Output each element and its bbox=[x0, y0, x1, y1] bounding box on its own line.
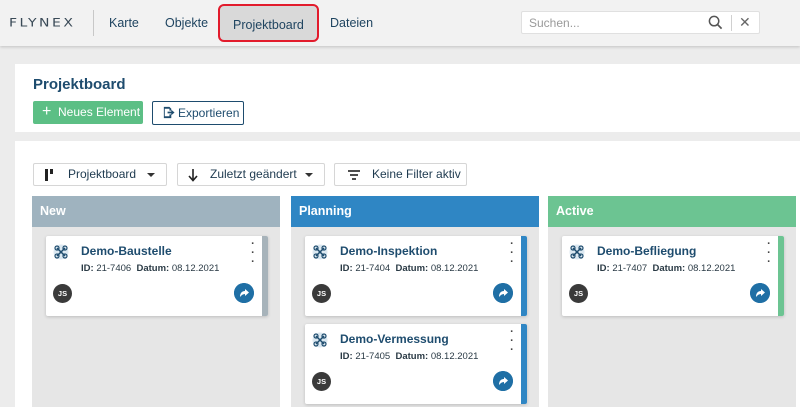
search-box: ✕ bbox=[521, 11, 760, 34]
chevron-down-icon bbox=[305, 173, 313, 177]
project-card[interactable]: Demo-Inspektion ID: 21-7404 Datum: 08.12… bbox=[305, 236, 527, 316]
card-status-bar bbox=[521, 324, 527, 404]
card-date: 08.12.2021 bbox=[430, 351, 479, 362]
avatar: JS bbox=[569, 284, 588, 303]
card-date-label: Datum: bbox=[652, 263, 686, 274]
card-date: 08.12.2021 bbox=[687, 263, 736, 274]
search-input[interactable] bbox=[529, 15, 699, 31]
card-id-label: ID: bbox=[340, 263, 353, 274]
avatar: JS bbox=[312, 372, 331, 391]
column-header-planning: Planning bbox=[291, 196, 539, 227]
card-meta: ID: 21-7405 Datum: 08.12.2021 bbox=[340, 351, 478, 362]
drone-icon bbox=[569, 244, 585, 260]
export-label: Exportieren bbox=[178, 106, 240, 120]
filter-label: Keine Filter aktiv bbox=[372, 167, 461, 181]
column-header-active: Active bbox=[548, 196, 796, 227]
plus-icon: + bbox=[42, 103, 52, 120]
card-id-label: ID: bbox=[340, 351, 353, 362]
flynex-logo[interactable]: FLYNEX bbox=[9, 14, 75, 32]
project-card[interactable]: Demo-Baustelle ID: 21-7406 Datum: 08.12.… bbox=[46, 236, 268, 316]
card-status-bar bbox=[778, 236, 784, 316]
page-header: Projektboard + Neues Element Exportieren bbox=[15, 64, 800, 132]
card-date-label: Datum: bbox=[395, 351, 429, 362]
card-date-label: Datum: bbox=[136, 263, 170, 274]
nav-item-projektboard[interactable]: Projektboard bbox=[218, 4, 319, 42]
export-button[interactable]: Exportieren bbox=[152, 101, 244, 125]
board-view-icon bbox=[45, 169, 53, 181]
card-id: 21-7404 bbox=[355, 263, 391, 274]
card-title[interactable]: Demo-Befliegung bbox=[597, 244, 696, 258]
share-icon[interactable] bbox=[493, 283, 513, 303]
drone-icon bbox=[312, 332, 328, 348]
more-options-icon[interactable]: · · · bbox=[510, 239, 514, 268]
column-planning: Planning Demo-Inspektion ID: 21-7404 Dat… bbox=[291, 196, 539, 407]
card-meta: ID: 21-7404 Datum: 08.12.2021 bbox=[340, 263, 478, 274]
more-options-icon[interactable]: · · · bbox=[251, 239, 255, 268]
new-element-button[interactable]: + Neues Element bbox=[33, 101, 143, 124]
view-selector-label: Projektboard bbox=[68, 167, 137, 181]
project-card[interactable]: Demo-Befliegung ID: 21-7407 Datum: 08.12… bbox=[562, 236, 784, 316]
logo-text: FLYNEX bbox=[9, 16, 76, 30]
view-selector[interactable]: Projektboard bbox=[33, 163, 167, 186]
filter-button[interactable]: Keine Filter aktiv bbox=[334, 163, 467, 186]
drone-icon bbox=[53, 244, 69, 260]
share-icon[interactable] bbox=[750, 283, 770, 303]
column-header-new: New bbox=[32, 196, 280, 227]
avatar: JS bbox=[53, 284, 72, 303]
card-status-bar bbox=[262, 236, 268, 316]
nav-item-karte[interactable]: Karte bbox=[109, 0, 139, 46]
sort-selector-label: Zuletzt geändert bbox=[210, 167, 297, 181]
top-navigation-bar: FLYNEX Karte Objekte Projektboard Dateie… bbox=[0, 0, 800, 46]
sort-selector[interactable]: Zuletzt geändert bbox=[177, 163, 325, 186]
card-meta: ID: 21-7407 Datum: 08.12.2021 bbox=[597, 263, 735, 274]
card-status-bar bbox=[521, 236, 527, 316]
card-id-label: ID: bbox=[597, 263, 610, 274]
more-options-icon[interactable]: · · · bbox=[767, 239, 771, 268]
card-date: 08.12.2021 bbox=[430, 263, 479, 274]
project-card[interactable]: Demo-Vermessung ID: 21-7405 Datum: 08.12… bbox=[305, 324, 527, 404]
board-panel: Projektboard Zuletzt geändert Keine Filt… bbox=[15, 141, 800, 407]
export-icon bbox=[163, 106, 175, 119]
nav-item-dateien[interactable]: Dateien bbox=[330, 0, 373, 46]
search-icon[interactable] bbox=[708, 15, 723, 30]
card-date: 08.12.2021 bbox=[171, 263, 220, 274]
chevron-down-icon bbox=[147, 173, 155, 177]
page-title: Projektboard bbox=[33, 76, 126, 93]
share-icon[interactable] bbox=[493, 371, 513, 391]
card-title[interactable]: Demo-Inspektion bbox=[340, 244, 437, 258]
card-title[interactable]: Demo-Vermessung bbox=[340, 332, 449, 346]
more-options-icon[interactable]: · · · bbox=[510, 327, 514, 356]
filter-icon bbox=[348, 170, 360, 180]
new-element-label: Neues Element bbox=[58, 105, 141, 119]
column-new: New Demo-Baustelle ID: 21-7406 Datum: 08… bbox=[32, 196, 280, 407]
share-icon[interactable] bbox=[234, 283, 254, 303]
nav-divider bbox=[93, 10, 94, 36]
sort-arrow-down-icon bbox=[188, 169, 198, 182]
search-divider bbox=[731, 15, 732, 31]
card-title[interactable]: Demo-Baustelle bbox=[81, 244, 172, 258]
card-id: 21-7407 bbox=[612, 263, 648, 274]
column-active: Active Demo-Befliegung ID: 21-7407 Datum… bbox=[548, 196, 796, 407]
clear-search-icon[interactable]: ✕ bbox=[739, 13, 751, 31]
card-id-label: ID: bbox=[81, 263, 94, 274]
card-meta: ID: 21-7406 Datum: 08.12.2021 bbox=[81, 263, 219, 274]
drone-icon bbox=[312, 244, 328, 260]
card-id: 21-7405 bbox=[355, 351, 391, 362]
card-id: 21-7406 bbox=[96, 263, 132, 274]
avatar: JS bbox=[312, 284, 331, 303]
card-date-label: Datum: bbox=[395, 263, 429, 274]
nav-item-objekte[interactable]: Objekte bbox=[165, 0, 208, 46]
